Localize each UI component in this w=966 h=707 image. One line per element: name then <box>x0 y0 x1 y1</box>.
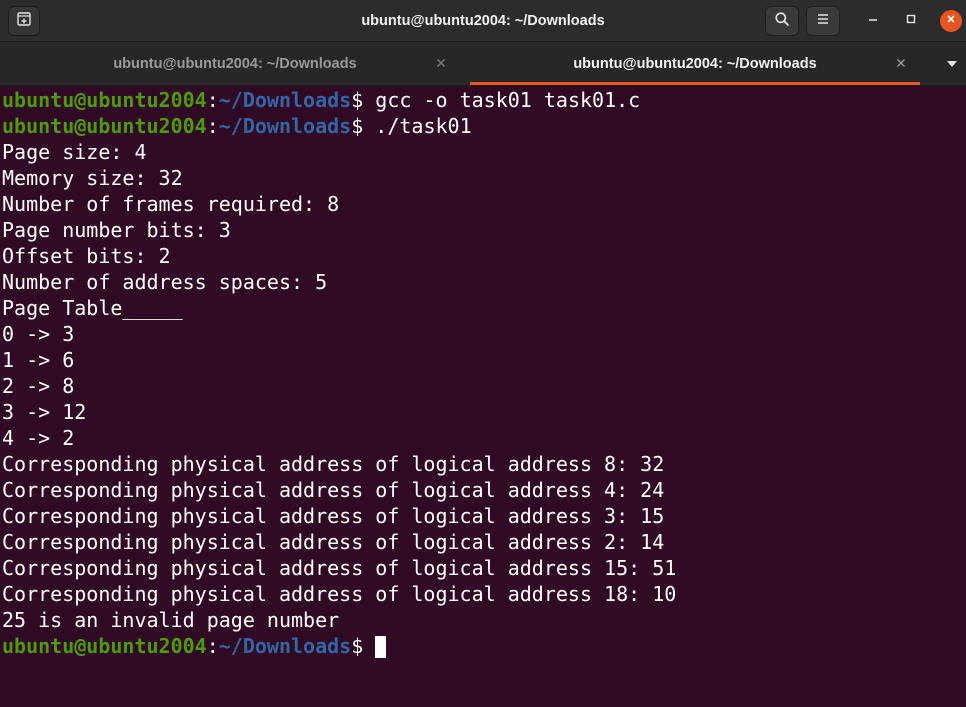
maximize-icon <box>905 12 917 30</box>
close-icon <box>434 57 448 74</box>
minimize-button[interactable] <box>862 10 884 32</box>
output-line: Corresponding physical address of logica… <box>2 556 677 580</box>
chevron-down-icon <box>946 55 958 73</box>
output-line: Corresponding physical address of logica… <box>2 530 665 554</box>
output-line: Page number bits: 3 <box>2 218 231 242</box>
search-button[interactable] <box>765 6 799 36</box>
output-line: Corresponding physical address of logica… <box>2 452 665 476</box>
output-line: Corresponding physical address of logica… <box>2 478 665 502</box>
command-text: ./task01 <box>375 114 472 138</box>
terminal-output[interactable]: ubuntu@ubuntu2004:~/Downloads$ gcc -o ta… <box>0 86 966 707</box>
output-line: Number of address spaces: 5 <box>2 270 328 294</box>
search-icon <box>774 11 790 32</box>
output-line: Corresponding physical address of logica… <box>2 504 665 528</box>
prompt-dollar: $ <box>351 88 376 112</box>
menu-button[interactable] <box>806 6 840 36</box>
tab-label: ubuntu@ubuntu2004: ~/Downloads <box>113 56 357 72</box>
text-cursor <box>375 635 387 658</box>
prompt-user-host: ubuntu@ubuntu2004 <box>2 634 207 658</box>
tab-downloads-1[interactable]: ubuntu@ubuntu2004: ~/Downloads <box>0 42 470 85</box>
prompt-path: ~/Downloads <box>218 114 352 138</box>
tab-close-button[interactable] <box>434 56 448 70</box>
output-line: 25 is an invalid page number <box>2 608 340 632</box>
prompt-user-host: ubuntu@ubuntu2004 <box>2 114 207 138</box>
prompt-path: ~/Downloads <box>218 634 352 658</box>
tab-label: ubuntu@ubuntu2004: ~/Downloads <box>573 56 817 72</box>
close-icon <box>945 12 957 30</box>
command-line: ubuntu@ubuntu2004:~/Downloads$ gcc -o ta… <box>0 87 966 113</box>
tab-downloads-2[interactable]: ubuntu@ubuntu2004: ~/Downloads <box>470 42 920 85</box>
prompt-colon: : <box>206 114 219 138</box>
prompt-colon: : <box>206 634 219 658</box>
header-bar: ubuntu@ubuntu2004: ~/Downloads <box>0 0 966 42</box>
active-prompt-line[interactable]: ubuntu@ubuntu2004:~/Downloads$ <box>0 633 966 659</box>
output-line: Offset bits: 2 <box>2 244 171 268</box>
output-line: Number of frames required: 8 <box>2 192 340 216</box>
output-line: 4 -> 2 <box>2 426 75 450</box>
prompt-colon: : <box>206 88 219 112</box>
prompt-path: ~/Downloads <box>218 88 352 112</box>
output-line: Memory size: 32 <box>2 166 183 190</box>
tab-bar: ubuntu@ubuntu2004: ~/Downloads ubuntu@ub… <box>0 42 966 86</box>
minimize-icon <box>867 12 879 30</box>
maximize-button[interactable] <box>900 10 922 32</box>
command-line: ubuntu@ubuntu2004:~/Downloads$ ./task01 <box>0 113 966 139</box>
prompt-dollar: $ <box>351 114 376 138</box>
terminal-window: ubuntu@ubuntu2004: ~/Downloads ubuntu@ub… <box>0 0 966 707</box>
tab-close-button[interactable] <box>894 56 908 70</box>
new-tab-icon <box>16 11 32 32</box>
output-line: Corresponding physical address of logica… <box>2 582 677 606</box>
output-line: 3 -> 12 <box>2 400 87 424</box>
close-button[interactable] <box>940 10 962 32</box>
close-icon <box>894 57 908 74</box>
output-line: 2 -> 8 <box>2 374 75 398</box>
hamburger-menu-icon <box>816 12 830 31</box>
output-line: 0 -> 3 <box>2 322 75 346</box>
prompt-dollar: $ <box>351 634 376 658</box>
prompt-user-host: ubuntu@ubuntu2004 <box>2 88 207 112</box>
new-tab-button[interactable] <box>8 6 40 36</box>
output-line: 1 -> 6 <box>2 348 75 372</box>
command-text: gcc -o task01 task01.c <box>375 88 641 112</box>
output-line: Page Table_____ <box>2 296 183 320</box>
tab-list-button[interactable] <box>938 56 966 72</box>
output-line: Page size: 4 <box>2 140 147 164</box>
